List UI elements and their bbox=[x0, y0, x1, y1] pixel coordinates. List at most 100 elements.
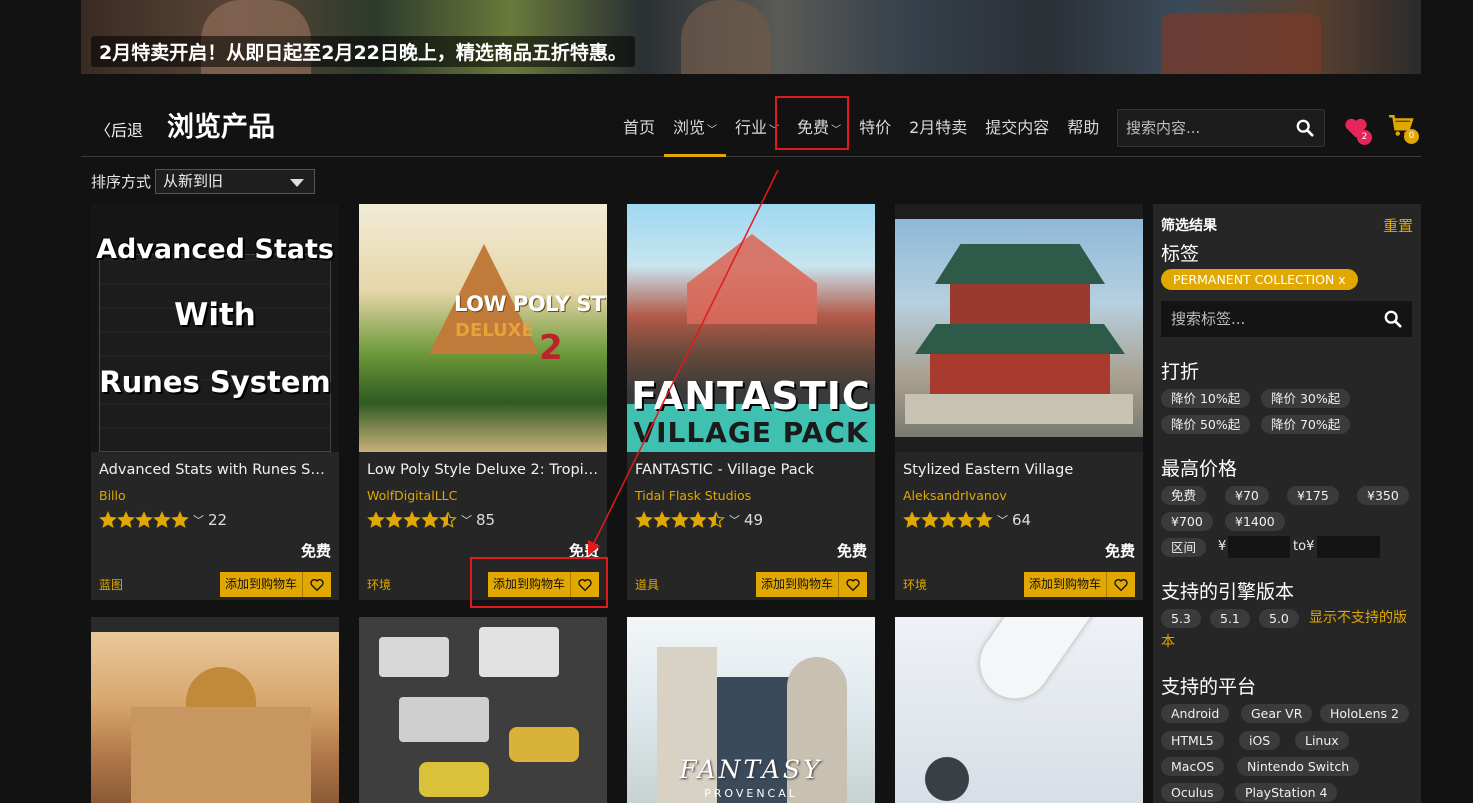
platform-chip[interactable]: Gear VR bbox=[1241, 704, 1313, 723]
add-to-cart-button[interactable]: 添加到购物车 bbox=[220, 572, 303, 597]
tag-search-input[interactable] bbox=[1171, 309, 1371, 329]
cart-button[interactable]: 0 bbox=[1388, 113, 1419, 144]
product-thumbnail[interactable]: FANTASY PROVENCAL bbox=[627, 617, 875, 803]
product-category[interactable]: 环境 bbox=[367, 576, 391, 593]
platform-chip[interactable]: Nintendo Switch bbox=[1237, 757, 1360, 776]
platform-chip[interactable]: Android bbox=[1161, 704, 1230, 723]
product-thumbnail[interactable] bbox=[91, 617, 339, 803]
heart-outline-icon bbox=[846, 578, 860, 591]
chevron-down-icon[interactable]: ﹀ bbox=[729, 512, 740, 528]
platform-chip[interactable]: HoloLens 2 bbox=[1320, 704, 1409, 723]
thumbnail-art bbox=[479, 627, 559, 677]
platform-chip[interactable]: Oculus bbox=[1161, 783, 1224, 802]
product-card[interactable]: FANTASTIC VILLAGE PACK FANTASTIC - Villa… bbox=[627, 204, 875, 600]
product-title[interactable]: Stylized Eastern Village bbox=[903, 462, 1135, 478]
product-card[interactable]: FANTASY PROVENCAL bbox=[627, 617, 875, 803]
product-card[interactable]: Stylized Eastern Village AleksandrIvanov… bbox=[895, 204, 1143, 600]
platform-chip[interactable]: Linux bbox=[1295, 731, 1349, 750]
back-button[interactable]: 〈后退 bbox=[95, 117, 143, 141]
nav-home[interactable]: 首页 bbox=[614, 95, 664, 157]
product-author[interactable]: WolfDigitalLLC bbox=[367, 488, 457, 503]
search-input[interactable] bbox=[1126, 118, 1286, 138]
nav-sale[interactable]: 特价 bbox=[850, 95, 900, 157]
nav-feb-sale[interactable]: 2月特卖 bbox=[900, 95, 976, 157]
active-tag-chip[interactable]: PERMANENT COLLECTION x bbox=[1161, 269, 1358, 290]
add-to-cart-button[interactable]: 添加到购物车 bbox=[1024, 572, 1107, 597]
price-chip[interactable]: 免费 bbox=[1161, 486, 1207, 505]
currency-symbol: ¥ bbox=[1218, 539, 1227, 554]
price-chip[interactable]: ¥175 bbox=[1287, 486, 1339, 505]
product-author[interactable]: AleksandrIvanov bbox=[903, 488, 1007, 503]
chevron-down-icon[interactable]: ﹀ bbox=[193, 512, 204, 528]
discount-chip[interactable]: 降价 70%起 bbox=[1261, 415, 1351, 434]
product-title[interactable]: FANTASTIC - Village Pack bbox=[635, 462, 867, 478]
thumbnail-art bbox=[687, 234, 817, 324]
platform-chip[interactable]: HTML5 bbox=[1161, 731, 1224, 750]
show-unsupported-link[interactable]: 显示不支持的版 bbox=[1309, 606, 1407, 630]
discount-chip[interactable]: 降价 50%起 bbox=[1161, 415, 1251, 434]
wishlist-button[interactable]: 2 bbox=[1343, 115, 1372, 145]
product-title[interactable]: Low Poly Style Deluxe 2: Tropical Island bbox=[367, 462, 599, 478]
platform-chip[interactable]: iOS bbox=[1239, 731, 1281, 750]
product-card[interactable] bbox=[359, 617, 607, 803]
price-chip[interactable]: ¥1400 bbox=[1225, 512, 1285, 531]
product-thumbnail[interactable] bbox=[895, 204, 1143, 452]
price-chip[interactable]: ¥350 bbox=[1357, 486, 1409, 505]
chevron-down-icon[interactable]: ﹀ bbox=[461, 512, 472, 528]
wishlist-toggle[interactable] bbox=[839, 572, 867, 597]
product-rating: ﹀ 85 bbox=[367, 511, 495, 529]
chevron-down-icon[interactable]: ﹀ bbox=[997, 512, 1008, 528]
product-title[interactable]: Advanced Stats with Runes System bbox=[99, 462, 331, 478]
discount-chip[interactable]: 降价 30%起 bbox=[1261, 389, 1351, 408]
product-card[interactable]: LOW POLY STYLE DELUXE 2 Low Poly Style D… bbox=[359, 204, 607, 600]
platform-chip[interactable]: MacOS bbox=[1161, 757, 1225, 776]
product-author[interactable]: Billo bbox=[99, 488, 126, 503]
star-icon bbox=[635, 511, 653, 528]
range-chip[interactable]: 区间 bbox=[1161, 538, 1207, 557]
sort-value: 从新到旧 bbox=[163, 172, 224, 190]
nav-submit[interactable]: 提交内容 bbox=[976, 95, 1058, 157]
reset-filters-link[interactable]: 重置 bbox=[1383, 215, 1413, 236]
product-thumbnail[interactable] bbox=[895, 617, 1143, 803]
wishlist-toggle[interactable] bbox=[303, 572, 331, 597]
product-thumbnail[interactable]: FANTASTIC VILLAGE PACK bbox=[627, 204, 875, 452]
product-thumbnail[interactable] bbox=[359, 617, 607, 803]
search-icon[interactable] bbox=[1296, 119, 1314, 137]
price-max-input[interactable] bbox=[1317, 536, 1380, 558]
review-count: 22 bbox=[208, 511, 228, 529]
heart-outline-icon bbox=[310, 578, 324, 591]
product-category[interactable]: 蓝图 bbox=[99, 576, 123, 593]
engine-chip[interactable]: 5.3 bbox=[1161, 609, 1201, 628]
engine-chip[interactable]: 5.0 bbox=[1259, 609, 1299, 628]
nav-browse[interactable]: 浏览 ﹀ bbox=[664, 95, 727, 157]
add-to-cart-group: 添加到购物车 bbox=[755, 572, 867, 597]
product-thumbnail[interactable]: LOW POLY STYLE DELUXE 2 bbox=[359, 204, 607, 452]
platform-chip[interactable]: PlayStation 4 bbox=[1235, 783, 1338, 802]
discount-chip[interactable]: 降价 10%起 bbox=[1161, 389, 1251, 408]
product-category[interactable]: 环境 bbox=[903, 576, 927, 593]
engine-chip[interactable]: 5.1 bbox=[1210, 609, 1250, 628]
search-box bbox=[1117, 109, 1325, 147]
price-chip[interactable]: ¥70 bbox=[1225, 486, 1269, 505]
show-unsupported-link-wrap[interactable]: 本 bbox=[1161, 630, 1175, 654]
sort-select[interactable]: 从新到旧 bbox=[155, 169, 316, 194]
wishlist-toggle[interactable] bbox=[1107, 572, 1135, 597]
product-thumbnail[interactable]: Advanced Stats With Runes System bbox=[91, 204, 339, 452]
banner-art bbox=[681, 0, 771, 74]
promo-banner[interactable]: 2月特卖开启！从即日起至2月22日晚上，精选商品五折特惠。 bbox=[81, 0, 1421, 74]
price-chip[interactable]: ¥700 bbox=[1161, 512, 1213, 531]
tag-search-box bbox=[1161, 301, 1412, 337]
product-card[interactable] bbox=[895, 617, 1143, 803]
currency-symbol: ¥ bbox=[1306, 539, 1315, 554]
caret-down-icon bbox=[290, 179, 305, 187]
add-to-cart-button[interactable]: 添加到购物车 bbox=[756, 572, 839, 597]
thumbnail-art bbox=[99, 254, 331, 452]
product-card[interactable]: Advanced Stats With Runes System Advance… bbox=[91, 204, 339, 600]
product-author[interactable]: Tidal Flask Studios bbox=[635, 488, 751, 503]
price-min-input[interactable] bbox=[1228, 536, 1290, 558]
search-icon[interactable] bbox=[1384, 310, 1402, 328]
product-card[interactable] bbox=[91, 617, 339, 803]
product-category[interactable]: 道具 bbox=[635, 576, 659, 593]
nav-help[interactable]: 帮助 bbox=[1058, 95, 1108, 157]
star-icon bbox=[903, 511, 921, 528]
